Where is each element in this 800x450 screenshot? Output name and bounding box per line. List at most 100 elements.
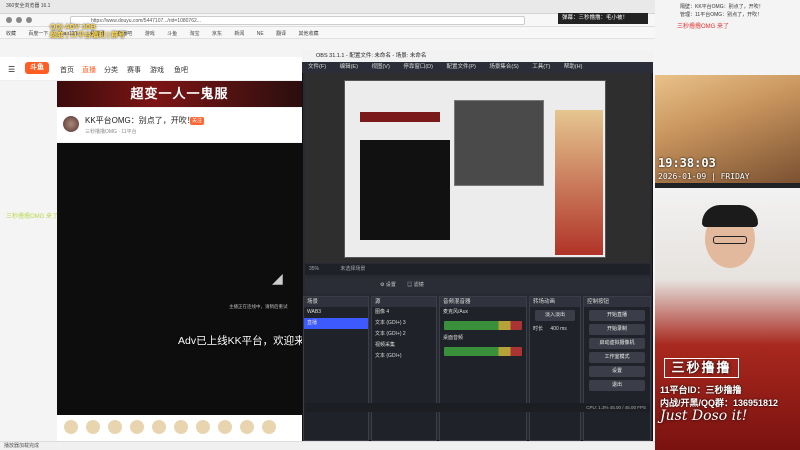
nav-live[interactable]: 直播: [82, 65, 96, 75]
start-streaming-button[interactable]: 开始直播: [589, 310, 645, 321]
obs-menu-bar: 文件(F) 编辑(E) 视图(V) 停靠窗口(D) 配置文件(P) 场景集合(S…: [302, 62, 653, 73]
bookmark-item[interactable]: 其他收藏: [298, 30, 318, 37]
source-item[interactable]: 文本 (GDI+) 3: [372, 318, 436, 329]
browser-title: 360安全浏览器 16.1: [6, 3, 51, 9]
streamer-name: 三秒撸撸: [664, 358, 739, 378]
filter-icon[interactable]: ▤: [407, 282, 412, 288]
nav-games[interactable]: 游戏: [150, 65, 164, 75]
browser-status-bar: 播放器加载完成: [0, 441, 655, 450]
menu-scene-collection[interactable]: 场景集合(S): [489, 62, 518, 73]
scene-item[interactable]: WAB3: [304, 307, 368, 318]
gift-icon[interactable]: [130, 420, 144, 434]
menu-profile[interactable]: 配置文件(P): [446, 62, 475, 73]
duration-input[interactable]: 400 ms: [550, 326, 566, 332]
menu-tools[interactable]: 工具(T): [532, 62, 550, 73]
source-item[interactable]: 文本 (GDI+) 2: [372, 329, 436, 340]
streamer-hair: [702, 205, 758, 227]
nested-player: [360, 140, 450, 240]
source-item[interactable]: 文本 (GDI+): [372, 351, 436, 362]
bookmark-item[interactable]: 游戏: [145, 30, 155, 37]
date-display: 2026-01-09 | FRIDAY: [658, 172, 750, 181]
nested-obs-preview: [454, 100, 544, 186]
start-recording-button[interactable]: 开始录制: [589, 324, 645, 335]
room-meta: 三秒撸撸OMG · 11平台: [85, 129, 137, 135]
scene-label: 未选择场景: [340, 266, 366, 272]
nav-category[interactable]: 分类: [104, 65, 118, 75]
obs-source-toolbar: ⚙ 设置 ▤ 滤镜: [305, 278, 650, 293]
bookmark-item[interactable]: 淘宝: [190, 30, 200, 37]
room-banner: 超变一人一鬼服: [57, 81, 302, 107]
video-player[interactable]: [57, 143, 302, 415]
bookmark-item[interactable]: 收藏: [6, 30, 16, 37]
gift-icon[interactable]: [86, 420, 100, 434]
platform-id: 11平台ID：三秒撸撸: [660, 385, 742, 395]
gear-icon[interactable]: ⚙: [380, 282, 384, 288]
gift-icon[interactable]: [240, 420, 254, 434]
source-item[interactable]: 视频采集: [372, 340, 436, 351]
avatar[interactable]: [63, 116, 79, 132]
overlay-line: QQⅠ ADV JOB: [50, 24, 96, 31]
gift-icon[interactable]: [174, 420, 188, 434]
controls-dock: 控制按钮 开始直播 开始录制 启动虚拟摄像机 工作室模式 设置 退出: [583, 296, 651, 441]
menu-docks[interactable]: 停靠窗口(D): [403, 62, 433, 73]
overlay-line: 超变 | 11平台福利 | 群号: [50, 32, 126, 39]
menu-edit[interactable]: 编辑(E): [340, 62, 358, 73]
scene-item[interactable]: 直播: [304, 318, 368, 329]
forward-icon[interactable]: [16, 17, 22, 24]
dock-title: 场景: [304, 297, 368, 307]
browser-tab-bar[interactable]: [0, 0, 655, 14]
menu-file[interactable]: 文件(F): [308, 62, 326, 73]
notification-toast: 弹幕：三秒撸撸：毛小被！: [558, 13, 648, 24]
nested-banner: [360, 112, 440, 122]
volume-meter[interactable]: [444, 347, 522, 356]
nav-fishbar[interactable]: 鱼吧: [174, 65, 188, 75]
gift-icon[interactable]: [108, 420, 122, 434]
follow-button[interactable]: 关注: [190, 117, 204, 125]
zoom-label[interactable]: 35%: [309, 266, 319, 272]
refresh-icon[interactable]: [26, 17, 32, 24]
gift-icon[interactable]: [64, 420, 78, 434]
studio-mode-button[interactable]: 工作室模式: [589, 352, 645, 363]
bookmark-item[interactable]: 新闻: [234, 30, 244, 37]
chat-line: 隔壁：KK平台OMG：别点了，开吹！: [680, 4, 764, 10]
bookmark-item[interactable]: 百度一下: [28, 30, 48, 37]
loading-icon: ◢: [272, 270, 283, 286]
bookmark-item[interactable]: 斗鱼: [167, 30, 177, 37]
gift-icon[interactable]: [196, 420, 210, 434]
menu-icon[interactable]: ☰: [8, 65, 15, 74]
chat-line: 管理：11平台OMG：别点了，开吹！: [680, 12, 763, 18]
dock-title: 音频混音器: [440, 297, 526, 307]
sources-dock: 源 图像 4 文本 (GDI+) 3 文本 (GDI+) 2 视频采集 文本 (…: [371, 296, 437, 441]
dock-title: 转场动画: [530, 297, 580, 307]
volume-meter[interactable]: [444, 321, 522, 330]
menu-help[interactable]: 帮助(H): [564, 62, 583, 73]
clock-display: 19:38:03: [658, 156, 716, 170]
site-logo[interactable]: 斗鱼: [25, 62, 49, 74]
bookmark-item[interactable]: 翻译: [276, 30, 286, 37]
nav-events[interactable]: 赛事: [127, 65, 141, 75]
source-item[interactable]: 图像 4: [372, 307, 436, 318]
obs-title: OBS 31.1.1 - 配置文件: 未命名 - 场景: 未命名: [302, 50, 653, 62]
transitions-dock: 转场动画 淡入淡出 时长 400 ms: [529, 296, 581, 441]
dock-title: 源: [372, 297, 436, 307]
scenes-dock: 场景 WAB3 直播: [303, 296, 369, 441]
nav-home[interactable]: 首页: [60, 65, 74, 75]
back-icon[interactable]: [6, 17, 12, 24]
gift-icon[interactable]: [218, 420, 232, 434]
url-input[interactable]: https://www.douyu.com/5447107.../rid=108…: [70, 16, 525, 25]
mixer-channel-label: 麦克风/Aux: [443, 309, 469, 315]
settings-button[interactable]: 设置: [589, 366, 645, 377]
filters-button[interactable]: 滤镜: [414, 282, 424, 288]
glasses: [713, 236, 747, 244]
menu-view[interactable]: 视图(V): [371, 62, 389, 73]
virtual-camera-button[interactable]: 启动虚拟摄像机: [589, 338, 645, 349]
transition-select[interactable]: 淡入淡出: [535, 310, 575, 321]
gift-icon[interactable]: [262, 420, 276, 434]
bookmark-item[interactable]: 京东: [212, 30, 222, 37]
properties-button[interactable]: 设置: [386, 282, 396, 288]
bookmark-item[interactable]: NE: [257, 31, 264, 37]
gift-icon[interactable]: [152, 420, 166, 434]
stream-overlay-text: QQⅠ ADV JOB 超变 | 11平台福利 | 群号: [50, 24, 125, 40]
chat-list: 隔壁：KK平台OMG：别点了，开吹！ 管理：11平台OMG：别点了，开吹！: [680, 3, 764, 19]
exit-button[interactable]: 退出: [589, 380, 645, 391]
